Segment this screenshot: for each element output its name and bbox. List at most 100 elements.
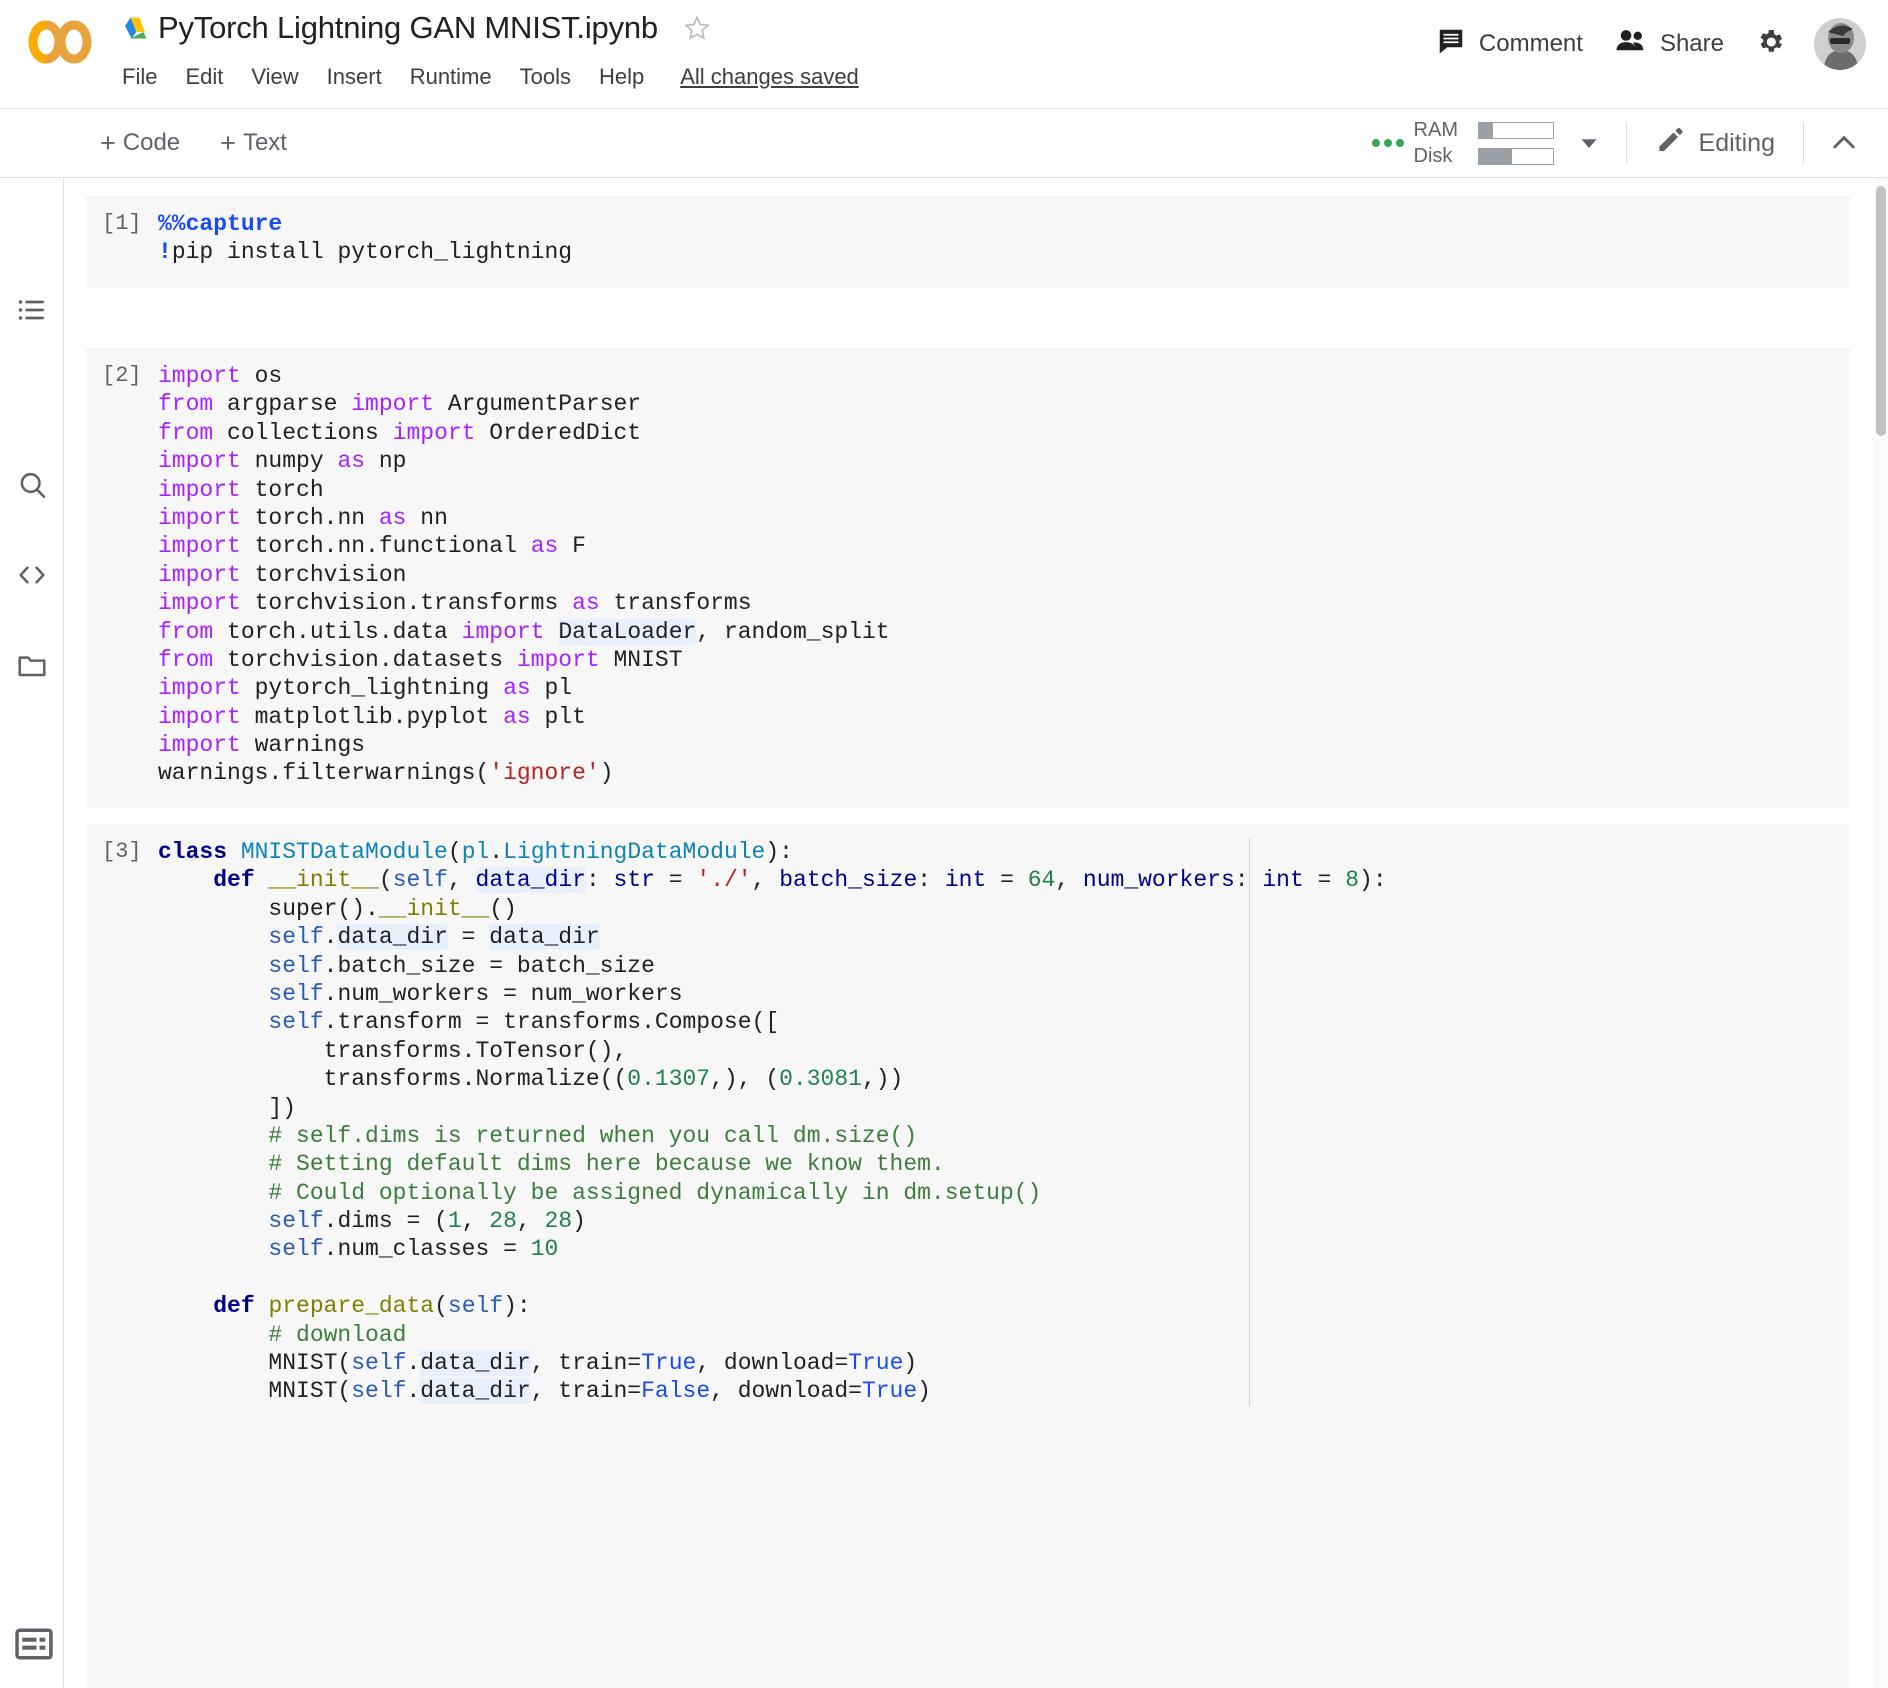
code-token: DataLoader [558, 618, 697, 645]
code-token: as [503, 675, 531, 702]
add-code-cell-button[interactable]: + Code [88, 123, 192, 163]
table-of-contents-icon[interactable] [10, 288, 54, 332]
code-cell[interactable]: [3] class MNISTDataModule(pl.LightningDat… [86, 824, 1850, 1688]
code-token: , [461, 1208, 490, 1235]
code-token: MNIST( [158, 1350, 352, 1377]
notebook-canvas: [1] %%capture !pip install pytorch_lightni… [64, 178, 1888, 1688]
code-token: , download= [696, 1350, 849, 1377]
chevron-down-icon[interactable] [1574, 128, 1604, 158]
resource-usage-indicator[interactable]: RAM Disk [1414, 119, 1554, 168]
code-token: ) [917, 1378, 931, 1405]
ram-bar [1477, 121, 1554, 139]
disk-label: Disk [1413, 144, 1453, 167]
code-line: def __init__(self, data_dir: str = './',… [158, 866, 1850, 894]
code-token: import [158, 703, 241, 730]
disk-bar-fill [1478, 148, 1512, 164]
code-token: self [268, 1009, 324, 1036]
menu-edit[interactable]: Edit [171, 62, 237, 92]
code-line: ]) [158, 1094, 1850, 1122]
code-token: : [585, 867, 614, 894]
code-token: import [158, 504, 241, 531]
code-token: pl [461, 839, 490, 865]
code-snippets-icon[interactable] [10, 553, 54, 597]
code-token: argparse [213, 391, 352, 418]
disk-bar [1477, 147, 1554, 165]
code-token: . [323, 924, 338, 951]
code-line: def prepare_data(self): [158, 1292, 1850, 1320]
search-icon[interactable] [10, 463, 54, 507]
code-token: , random_split [696, 618, 890, 645]
code-line: super().__init__() [158, 895, 1850, 923]
code-token: = [654, 867, 697, 894]
menu-insert[interactable]: Insert [313, 62, 396, 92]
code-line: from torchvision.datasets import MNIST [158, 646, 1850, 674]
code-editor[interactable]: import os from argparse import ArgumentPa… [158, 362, 1850, 788]
column-ruler [1249, 838, 1250, 1406]
terminal-icon[interactable] [14, 1624, 54, 1664]
cell-execution-count[interactable]: [1] [86, 210, 158, 267]
code-token: 28 [544, 1208, 573, 1235]
plus-icon: + [220, 127, 236, 158]
code-token: .num_classes = [323, 1236, 531, 1263]
code-token: .transform = transforms.Compose([ [323, 1009, 780, 1036]
share-button[interactable]: Share [1599, 20, 1740, 69]
ram-bar-fill [1478, 122, 1494, 138]
files-folder-icon[interactable] [10, 643, 54, 687]
menu-file[interactable]: File [122, 62, 171, 92]
app-header: PyTorch Lightning GAN MNIST.ipynb File E… [0, 0, 1888, 108]
code-token: data_dir [489, 924, 600, 951]
code-token: from [158, 646, 214, 673]
chevron-up-icon[interactable] [1818, 121, 1870, 165]
document-title-row: PyTorch Lightning GAN MNIST.ipynb [122, 10, 712, 46]
code-editor[interactable]: class MNISTDataModule(pl.LightningDataMo… [158, 838, 1850, 1406]
code-token: .batch_size = batch_size [323, 952, 655, 979]
code-token: import [158, 675, 241, 702]
connection-status-dots[interactable] [1371, 139, 1404, 147]
add-text-cell-button[interactable]: + Text [208, 123, 299, 163]
code-token: super(). [158, 895, 379, 922]
colab-logo[interactable] [24, 18, 96, 66]
code-token: () [489, 895, 517, 922]
menu-view[interactable]: View [237, 62, 312, 92]
settings-button[interactable] [1740, 20, 1800, 69]
code-token: ): [503, 1293, 531, 1320]
code-token: # Setting default dims here because we k… [268, 1151, 945, 1178]
code-token: , [1055, 867, 1083, 894]
code-token: ( [434, 1293, 448, 1320]
code-line: self.batch_size = batch_size [158, 952, 1850, 980]
cell-execution-count[interactable]: [3] [86, 838, 158, 1406]
menu-tools[interactable]: Tools [506, 62, 585, 92]
code-token: import [516, 646, 600, 673]
plus-icon: + [100, 127, 116, 158]
page-title[interactable]: PyTorch Lightning GAN MNIST.ipynb [158, 10, 658, 46]
vertical-scrollbar-track[interactable] [1874, 178, 1888, 1688]
star-outline-icon[interactable] [682, 13, 712, 43]
code-editor[interactable]: %%capture !pip install pytorch_lightning [158, 210, 1850, 267]
code-token: ) [903, 1350, 918, 1377]
code-token: torch [240, 476, 324, 503]
code-token: pytorch_lightning [240, 675, 504, 702]
code-line: # Could optionally be assigned dynamical… [158, 1179, 1850, 1207]
code-token: self [351, 1378, 407, 1405]
menu-help[interactable]: Help [585, 62, 658, 92]
code-cell[interactable]: [2] import os from argparse import Argumen… [86, 348, 1850, 808]
cell-execution-count[interactable]: [2] [86, 362, 158, 788]
save-status[interactable]: All changes saved [680, 64, 859, 90]
code-token: . [406, 1378, 421, 1405]
menu-runtime[interactable]: Runtime [396, 62, 506, 92]
code-token: , [447, 867, 476, 894]
editing-mode-button[interactable]: Editing [1641, 119, 1789, 168]
comment-button[interactable]: Comment [1420, 20, 1599, 69]
avatar[interactable] [1814, 18, 1866, 70]
vertical-scrollbar-thumb[interactable] [1876, 186, 1886, 436]
code-token: 10 [530, 1236, 559, 1263]
code-cell[interactable]: [1] %%capture !pip install pytorch_lightni… [86, 196, 1850, 288]
code-line: import pytorch_lightning as pl [158, 674, 1850, 702]
status-dot [1395, 139, 1404, 147]
code-token: 64 [1027, 867, 1056, 894]
code-token: transforms.ToTensor(), [158, 1037, 628, 1064]
code-line: self.num_classes = 10 [158, 1235, 1850, 1263]
